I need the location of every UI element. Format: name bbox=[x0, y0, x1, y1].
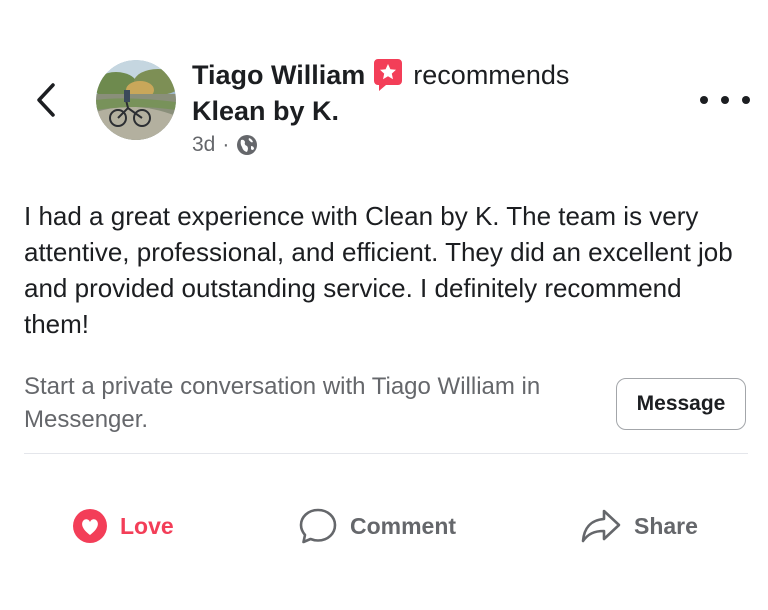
comment-bubble-icon bbox=[298, 507, 338, 545]
review-text: I had a great experience with Clean by K… bbox=[24, 201, 733, 339]
divider bbox=[24, 453, 748, 454]
globe-icon bbox=[237, 135, 258, 155]
more-horizontal-icon-dot bbox=[721, 96, 729, 104]
more-horizontal-icon-dot bbox=[700, 96, 708, 104]
messenger-prompt: Start a private conversation with Tiago … bbox=[24, 373, 541, 433]
heart-icon bbox=[72, 508, 108, 544]
love-button[interactable]: Love bbox=[72, 500, 174, 552]
meta-separator: · bbox=[222, 133, 230, 156]
post-time[interactable]: 3d bbox=[192, 133, 215, 157]
chevron-left-icon bbox=[37, 83, 55, 117]
more-options-button[interactable] bbox=[700, 88, 750, 112]
more-horizontal-icon-dot bbox=[742, 96, 750, 104]
star-badge-icon bbox=[373, 58, 403, 92]
header-line: Tiago William recommends bbox=[192, 57, 672, 93]
back-button[interactable] bbox=[30, 80, 62, 120]
post-meta: 3d · bbox=[192, 133, 672, 157]
comment-button[interactable]: Comment bbox=[298, 500, 456, 552]
author-name[interactable]: Tiago William bbox=[192, 57, 365, 93]
page-name[interactable]: Klean by K. bbox=[192, 93, 672, 129]
avatar-photo bbox=[96, 60, 176, 140]
share-arrow-icon bbox=[580, 507, 622, 545]
love-label: Love bbox=[120, 512, 174, 539]
recommends-text: recommends bbox=[413, 60, 570, 90]
avatar[interactable] bbox=[96, 60, 176, 140]
share-label: Share bbox=[634, 512, 698, 539]
post-header: Tiago William recommends Klean by K. 3d … bbox=[192, 57, 672, 157]
comment-label: Comment bbox=[350, 512, 457, 539]
share-button[interactable]: Share bbox=[580, 500, 698, 552]
message-button[interactable]: Message bbox=[616, 378, 746, 430]
